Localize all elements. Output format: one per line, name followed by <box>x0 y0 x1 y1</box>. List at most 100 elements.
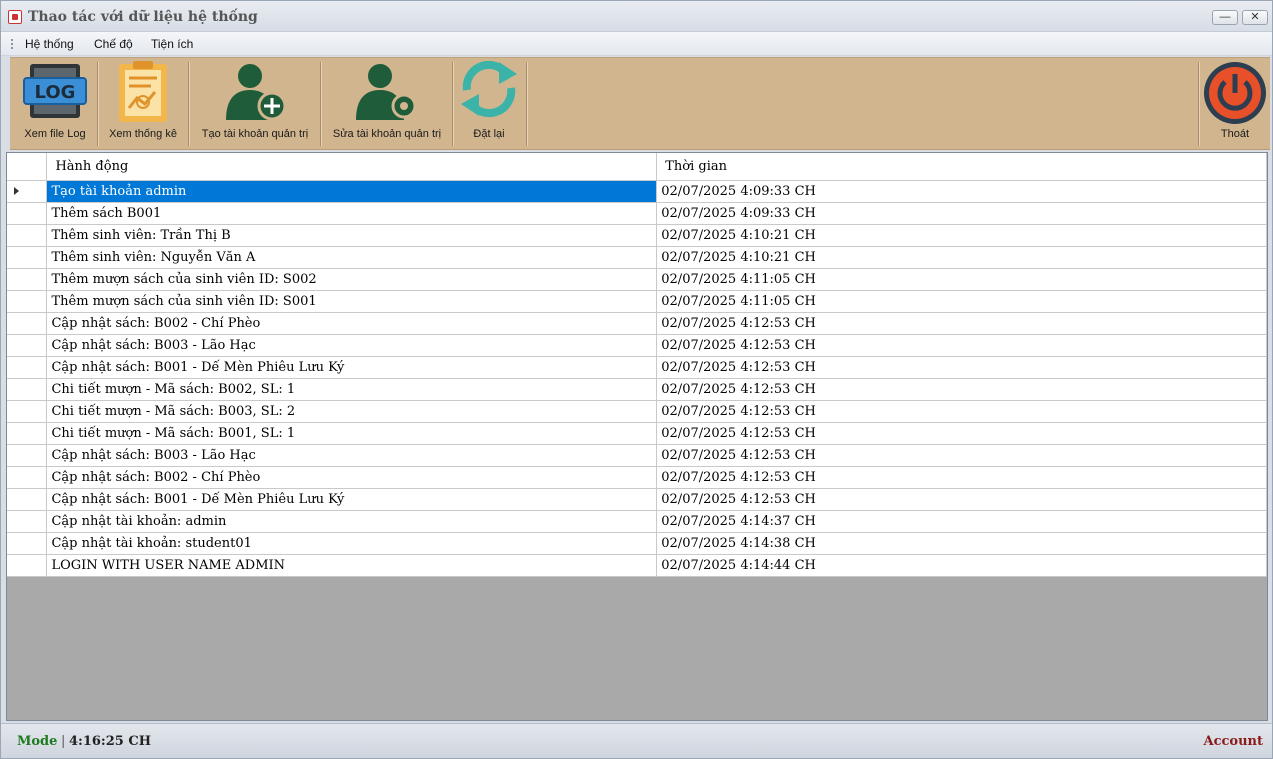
row-header[interactable] <box>7 532 48 555</box>
table-row[interactable]: Cập nhật sách: B001 - Dế Mèn Phiêu Lưu K… <box>7 488 1267 511</box>
cell-time[interactable]: 02/07/2025 4:14:44 CH <box>656 554 1267 577</box>
row-header[interactable] <box>7 510 48 533</box>
reset-label: Đặt lại <box>473 128 505 140</box>
cell-action[interactable]: Cập nhật tài khoản: admin <box>46 510 658 533</box>
cell-action[interactable]: Cập nhật sách: B003 - Lão Hạc <box>46 334 658 357</box>
cell-action[interactable]: Cập nhật sách: B001 - Dế Mèn Phiêu Lưu K… <box>46 488 658 511</box>
cell-time[interactable]: 02/07/2025 4:12:53 CH <box>656 334 1267 357</box>
row-header-corner <box>7 153 48 181</box>
status-mode: Mode <box>17 734 58 749</box>
row-header[interactable] <box>7 246 48 269</box>
row-header[interactable] <box>7 356 48 379</box>
table-row[interactable]: Cập nhật sách: B002 - Chí Phèo 02/07/2025… <box>7 312 1267 335</box>
cell-time[interactable]: 02/07/2025 4:12:53 CH <box>656 312 1267 335</box>
exit-button[interactable]: Thoát <box>1200 58 1270 150</box>
cell-time[interactable]: 02/07/2025 4:12:53 CH <box>656 444 1267 467</box>
minimize-button[interactable]: — <box>1212 10 1238 25</box>
table-row[interactable]: Cập nhật sách: B003 - Lão Hạc 02/07/2025 … <box>7 334 1267 357</box>
cell-action[interactable]: Cập nhật sách: B002 - Chí Phèo <box>46 312 658 335</box>
cell-time[interactable]: 02/07/2025 4:09:33 CH <box>656 202 1267 225</box>
row-header[interactable] <box>7 444 48 467</box>
table-row[interactable]: Chi tiết mượn - Mã sách: B002, SL: 1 02/0… <box>7 378 1267 401</box>
table-row[interactable]: Chi tiết mượn - Mã sách: B003, SL: 2 02/0… <box>7 400 1267 423</box>
table-row[interactable]: Thêm sinh viên: Trần Thị B 02/07/2025 4:1… <box>7 224 1267 247</box>
cell-time[interactable]: 02/07/2025 4:12:53 CH <box>656 488 1267 511</box>
log-file-icon: LOG <box>23 64 87 118</box>
cell-time[interactable]: 02/07/2025 4:12:53 CH <box>656 400 1267 423</box>
cell-action[interactable]: Thêm sinh viên: Trần Thị B <box>46 224 658 247</box>
toolbar-separator <box>320 62 321 146</box>
table-row[interactable]: Cập nhật sách: B001 - Dế Mèn Phiêu Lưu K… <box>7 356 1267 379</box>
cell-action[interactable]: Chi tiết mượn - Mã sách: B001, SL: 1 <box>46 422 658 445</box>
cell-action[interactable]: Chi tiết mượn - Mã sách: B003, SL: 2 <box>46 400 658 423</box>
svg-text:LOG: LOG <box>35 82 76 103</box>
row-header[interactable] <box>7 312 48 335</box>
table-row[interactable]: Thêm mượn sách của sinh viên ID: S001 02/… <box>7 290 1267 313</box>
cell-time[interactable]: 02/07/2025 4:12:53 CH <box>656 378 1267 401</box>
row-header[interactable] <box>7 290 48 313</box>
table-row[interactable]: Thêm sách B001 02/07/2025 4:09:33 CH <box>7 202 1267 225</box>
cell-time[interactable]: 02/07/2025 4:10:21 CH <box>656 246 1267 269</box>
cell-action[interactable]: Chi tiết mượn - Mã sách: B002, SL: 1 <box>46 378 658 401</box>
cell-action[interactable]: Thêm sách B001 <box>46 202 658 225</box>
cell-time[interactable]: 02/07/2025 4:14:37 CH <box>656 510 1267 533</box>
cell-action[interactable]: Thêm mượn sách của sinh viên ID: S001 <box>46 290 658 313</box>
row-header[interactable] <box>7 180 48 203</box>
menu-tien-ich[interactable]: Tiện ích <box>151 37 193 51</box>
column-header-time[interactable]: Thời gian <box>656 153 1267 181</box>
table-row[interactable]: Thêm mượn sách của sinh viên ID: S002 02/… <box>7 268 1267 291</box>
row-header[interactable] <box>7 554 48 577</box>
reset-button[interactable]: Đặt lại <box>454 58 524 150</box>
cell-action[interactable]: Thêm sinh viên: Nguyễn Văn A <box>46 246 658 269</box>
row-header[interactable] <box>7 268 48 291</box>
row-header[interactable] <box>7 334 48 357</box>
cell-time[interactable]: 02/07/2025 4:12:53 CH <box>656 466 1267 489</box>
row-header[interactable] <box>7 400 48 423</box>
cell-time[interactable]: 02/07/2025 4:09:33 CH <box>656 180 1267 203</box>
current-row-arrow-icon <box>14 186 19 195</box>
table-row[interactable]: Cập nhật sách: B002 - Chí Phèo 02/07/2025… <box>7 466 1267 489</box>
view-log-button[interactable]: LOG Xem file Log <box>14 58 96 150</box>
menu-che-do[interactable]: Chế độ <box>94 37 133 51</box>
toolbar-separator <box>1198 62 1199 146</box>
app-icon <box>8 10 22 24</box>
cell-action[interactable]: LOGIN WITH USER NAME ADMIN <box>46 554 658 577</box>
title-bar: Thao tác với dữ liệu hệ thống — ✕ <box>1 1 1272 32</box>
cell-time[interactable]: 02/07/2025 4:14:38 CH <box>656 532 1267 555</box>
cell-time[interactable]: 02/07/2025 4:12:53 CH <box>656 422 1267 445</box>
create-admin-button[interactable]: Tạo tài khoản quản trị <box>191 58 319 150</box>
cell-time[interactable]: 02/07/2025 4:11:05 CH <box>656 268 1267 291</box>
row-header[interactable] <box>7 466 48 489</box>
cell-action[interactable]: Tạo tài khoản admin <box>46 180 658 203</box>
cell-action[interactable]: Cập nhật sách: B002 - Chí Phèo <box>46 466 658 489</box>
cell-action[interactable]: Cập nhật sách: B003 - Lão Hạc <box>46 444 658 467</box>
row-header[interactable] <box>7 202 48 225</box>
table-row[interactable]: Cập nhật tài khoản: admin 02/07/2025 4:14… <box>7 510 1267 533</box>
cell-action[interactable]: Cập nhật tài khoản: student01 <box>46 532 658 555</box>
row-header[interactable] <box>7 422 48 445</box>
column-header-action[interactable]: Hành động <box>46 153 658 181</box>
cell-time[interactable]: 02/07/2025 4:12:53 CH <box>656 356 1267 379</box>
create-admin-label: Tạo tài khoản quản trị <box>201 128 309 140</box>
menu-he-thong[interactable]: Hệ thống <box>25 37 74 51</box>
cell-time[interactable]: 02/07/2025 4:10:21 CH <box>656 224 1267 247</box>
row-header[interactable] <box>7 488 48 511</box>
cell-time[interactable]: 02/07/2025 4:11:05 CH <box>656 290 1267 313</box>
close-button[interactable]: ✕ <box>1242 10 1268 25</box>
cell-action[interactable]: Thêm mượn sách của sinh viên ID: S002 <box>46 268 658 291</box>
table-row[interactable]: LOGIN WITH USER NAME ADMIN 02/07/2025 4:1… <box>7 554 1267 577</box>
table-row[interactable]: Thêm sinh viên: Nguyễn Văn A 02/07/2025 4… <box>7 246 1267 269</box>
log-grid[interactable]: Hành động Thời gian Tạo tài khoản admin 0… <box>6 152 1268 721</box>
table-row[interactable]: Cập nhật tài khoản: student01 02/07/2025 … <box>7 532 1267 555</box>
menu-grip-icon <box>11 39 13 49</box>
table-row[interactable]: Tạo tài khoản admin 02/07/2025 4:09:33 CH <box>7 180 1267 203</box>
view-statistics-button[interactable]: Xem thống kê <box>100 58 186 150</box>
table-row[interactable]: Chi tiết mượn - Mã sách: B001, SL: 1 02/0… <box>7 422 1267 445</box>
row-header[interactable] <box>7 378 48 401</box>
edit-admin-button[interactable]: Sửa tài khoản quản trị <box>323 58 451 150</box>
status-account: Account <box>1203 734 1264 749</box>
row-header[interactable] <box>7 224 48 247</box>
table-row[interactable]: Cập nhật sách: B003 - Lão Hạc 02/07/2025 … <box>7 444 1267 467</box>
toolbar-separator <box>188 62 189 146</box>
cell-action[interactable]: Cập nhật sách: B001 - Dế Mèn Phiêu Lưu K… <box>46 356 658 379</box>
